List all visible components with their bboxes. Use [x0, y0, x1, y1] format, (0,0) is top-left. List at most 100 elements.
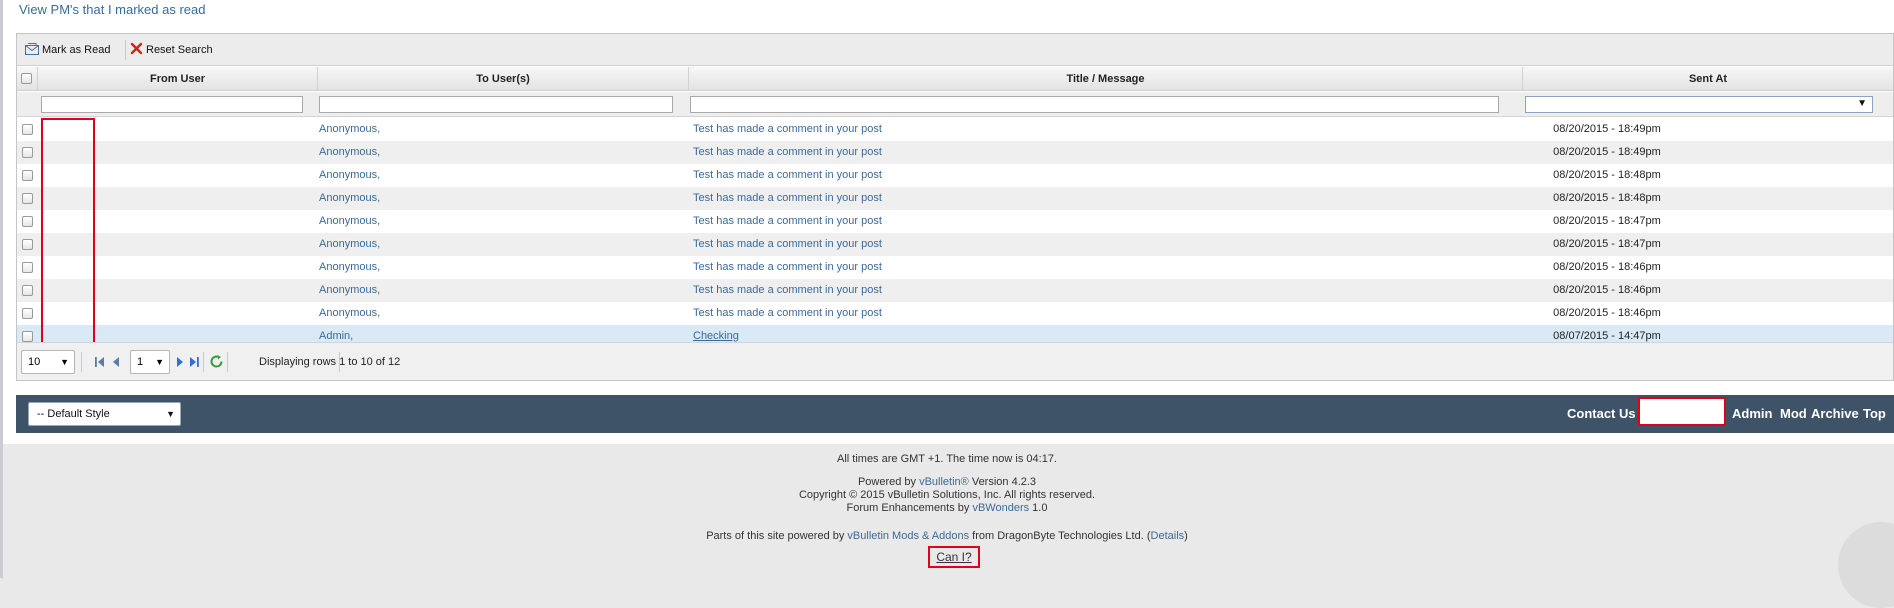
table-row[interactable]: Anonymous, Test has made a comment in you…	[17, 302, 1893, 325]
message-title-link[interactable]: Test has made a comment in your post	[693, 118, 882, 141]
sent-at-filter-select[interactable]: ▼	[1525, 96, 1873, 113]
message-title-link[interactable]: Test has made a comment in your post	[693, 210, 882, 233]
chevron-down-icon: ▼	[1857, 98, 1867, 109]
view-read-pms-link[interactable]: View PM's that I marked as read	[19, 2, 206, 17]
row-checkbox[interactable]	[22, 147, 33, 158]
from-user-filter-input[interactable]	[41, 96, 303, 113]
row-checkbox[interactable]	[22, 193, 33, 204]
closing-paren: )	[1184, 530, 1188, 542]
to-user-link[interactable]: Anonymous,	[319, 141, 380, 164]
col-from-user[interactable]: From User	[38, 67, 318, 91]
to-user-link[interactable]: Anonymous,	[319, 233, 380, 256]
table-row[interactable]: Anonymous, Test has made a comment in you…	[17, 141, 1893, 164]
grid-toolbar: Mark as Read Reset Search	[17, 34, 1893, 66]
chevron-down-icon: ▼	[155, 357, 164, 367]
redacted-from-user-highlight	[41, 118, 95, 346]
sent-at-cell: 08/20/2015 - 18:47pm	[1553, 238, 1661, 250]
vbulletin-link[interactable]: vBulletin®	[919, 476, 969, 488]
to-user-link[interactable]: Anonymous,	[319, 210, 380, 233]
table-row[interactable]: Anonymous, Test has made a comment in you…	[17, 187, 1893, 210]
last-page-icon[interactable]	[188, 355, 200, 373]
to-users-filter-input[interactable]	[319, 96, 673, 113]
pager-separator	[227, 352, 228, 372]
style-select-value: -- Default Style	[37, 408, 110, 420]
message-title-link[interactable]: Test has made a comment in your post	[693, 233, 882, 256]
col-title-message[interactable]: Title / Message	[689, 67, 1523, 91]
row-checkbox[interactable]	[22, 331, 33, 342]
mark-as-read-label: Mark as Read	[42, 44, 111, 56]
mods-addons-link[interactable]: vBulletin Mods & Addons	[847, 530, 969, 542]
sent-at-cell: 08/20/2015 - 18:46pm	[1553, 284, 1661, 296]
sent-at-cell: 08/20/2015 - 18:49pm	[1553, 123, 1661, 135]
message-title-link[interactable]: Test has made a comment in your post	[693, 256, 882, 279]
mark-as-read-button[interactable]: Mark as Read	[25, 40, 110, 60]
to-user-link[interactable]: Anonymous,	[319, 279, 380, 302]
sent-at-cell: 08/20/2015 - 18:47pm	[1553, 215, 1661, 227]
row-checkbox[interactable]	[22, 262, 33, 273]
to-user-link[interactable]: Anonymous,	[319, 302, 380, 325]
table-row[interactable]: Anonymous, Test has made a comment in you…	[17, 210, 1893, 233]
page-number-value: 1	[137, 356, 144, 368]
table-row[interactable]: Anonymous, Test has made a comment in you…	[17, 118, 1893, 141]
details-link[interactable]: Details	[1151, 530, 1185, 542]
reset-search-button[interactable]: Reset Search	[130, 40, 213, 60]
to-user-link[interactable]: Anonymous,	[319, 187, 380, 210]
filter-row: ▼	[17, 92, 1893, 117]
title-filter-input[interactable]	[690, 96, 1499, 113]
mod-link[interactable]: Mod	[1780, 395, 1807, 433]
message-title-link[interactable]: Test has made a comment in your post	[693, 187, 882, 210]
dragonbyte-text: from DragonByte Technologies Ltd. (	[969, 530, 1151, 542]
row-checkbox[interactable]	[22, 170, 33, 181]
next-page-icon[interactable]	[175, 355, 185, 373]
powered-by-text: Powered by	[857, 476, 920, 488]
chevron-down-icon: ▼	[60, 357, 69, 367]
pager-separator	[81, 352, 82, 372]
to-user-link[interactable]: Anonymous,	[319, 118, 380, 141]
message-title-link[interactable]: Test has made a comment in your post	[693, 279, 882, 302]
toolbar-separator	[125, 40, 126, 60]
message-title-link[interactable]: Test has made a comment in your post	[693, 141, 882, 164]
col-to-users[interactable]: To User(s)	[318, 67, 689, 91]
table-row[interactable]: Anonymous, Test has made a comment in you…	[17, 233, 1893, 256]
to-user-link[interactable]: Anonymous,	[319, 164, 380, 187]
pager-info: Displaying rows 1 to 10 of 12	[259, 356, 401, 368]
message-title-link[interactable]: Test has made a comment in your post	[693, 164, 882, 187]
pm-grid: Mark as Read Reset Search From User To U…	[16, 33, 1894, 381]
vbwonders-link[interactable]: vBWonders	[972, 502, 1029, 514]
pager-separator	[203, 352, 204, 372]
prev-page-icon[interactable]	[111, 355, 121, 373]
row-checkbox[interactable]	[22, 285, 33, 296]
table-row[interactable]: Anonymous, Test has made a comment in you…	[17, 164, 1893, 187]
admin-link[interactable]: Admin	[1732, 395, 1772, 433]
col-sent-at[interactable]: Sent At	[1523, 67, 1893, 91]
version-text: Version 4.2.3	[968, 476, 1037, 488]
enhancements-line: Forum Enhancements by vBWonders 1.0	[0, 502, 1894, 514]
contact-us-link[interactable]: Contact Us	[1567, 395, 1636, 433]
table-row[interactable]: Anonymous, Test has made a comment in you…	[17, 279, 1893, 302]
grid-pager: 10 ▼ 1 ▼ Displaying rows 1 to 10 of 12	[17, 342, 1893, 380]
sent-at-cell: 08/20/2015 - 18:48pm	[1553, 169, 1661, 181]
addons-text: Parts of this site powered by	[706, 530, 848, 542]
sent-at-cell: 08/20/2015 - 18:49pm	[1553, 146, 1661, 158]
message-title-link[interactable]: Test has made a comment in your post	[693, 302, 882, 325]
style-select[interactable]: -- Default Style ▼	[28, 402, 181, 426]
select-all-checkbox[interactable]	[21, 73, 32, 84]
archive-link[interactable]: Archive	[1811, 395, 1859, 433]
row-checkbox[interactable]	[22, 239, 33, 250]
copyright-text: Copyright © 2015 vBulletin Solutions, In…	[798, 489, 1096, 501]
time-notice: All times are GMT +1. The time now is 04…	[837, 453, 1057, 465]
row-checkbox[interactable]	[22, 308, 33, 319]
can-i-link[interactable]: Can I?	[936, 550, 971, 564]
refresh-icon[interactable]	[209, 354, 224, 374]
first-page-icon[interactable]	[94, 355, 106, 373]
to-user-link[interactable]: Anonymous,	[319, 256, 380, 279]
can-i-highlight: Can I?	[928, 546, 980, 568]
row-checkbox[interactable]	[22, 216, 33, 227]
row-checkbox[interactable]	[22, 124, 33, 135]
sent-at-cell: 08/20/2015 - 18:46pm	[1553, 261, 1661, 273]
top-link[interactable]: Top	[1863, 395, 1886, 433]
page-number-select[interactable]: 1 ▼	[130, 350, 170, 374]
select-all-cell	[17, 67, 38, 91]
page-size-select[interactable]: 10 ▼	[21, 350, 75, 374]
table-row[interactable]: Anonymous, Test has made a comment in you…	[17, 256, 1893, 279]
